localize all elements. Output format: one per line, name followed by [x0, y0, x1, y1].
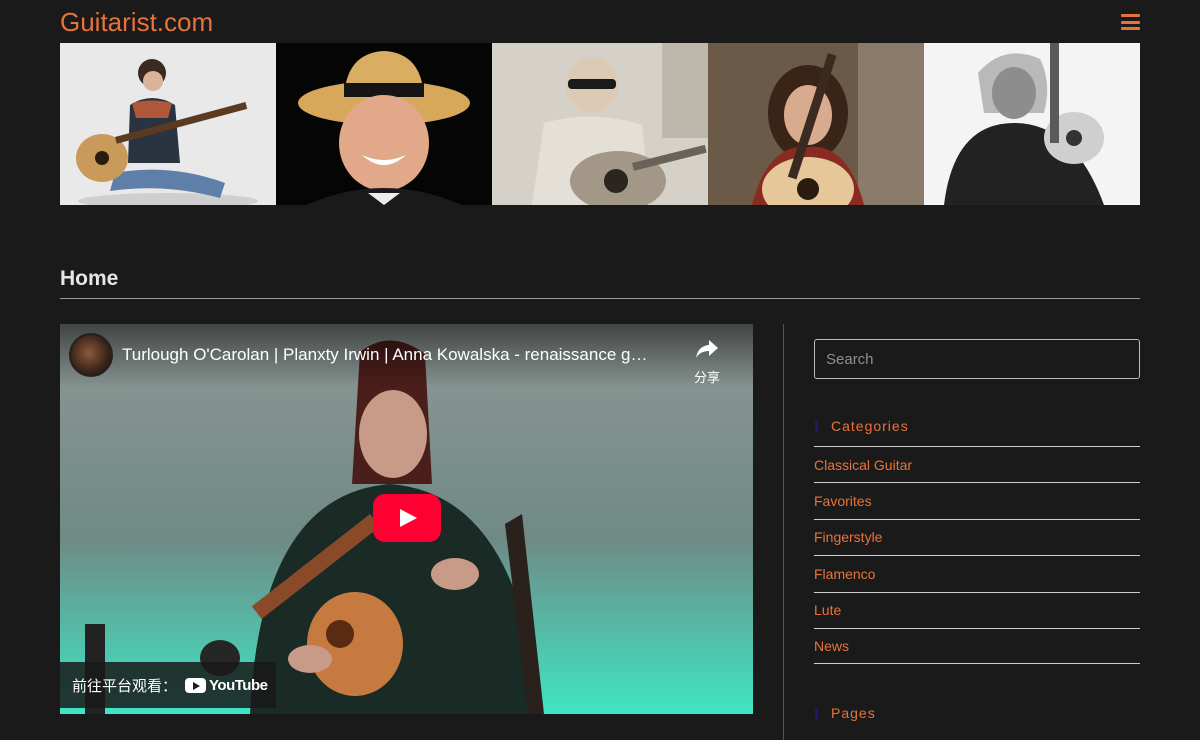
- share-button[interactable]: 分享: [691, 338, 723, 386]
- header-photo-guitarist-sitting: [60, 43, 276, 205]
- category-link-lute[interactable]: Lute: [814, 602, 841, 618]
- watch-on-label: 前往平台观看：: [72, 677, 178, 695]
- share-label: 分享: [693, 370, 720, 385]
- play-button[interactable]: [373, 494, 441, 542]
- header-photo-woman-guitar: [708, 43, 924, 205]
- categories-widget-title: Categories: [814, 418, 909, 434]
- heading-divider: [60, 298, 1140, 299]
- category-link-news[interactable]: News: [814, 638, 849, 654]
- list-item: News: [814, 627, 1140, 665]
- video-title[interactable]: Turlough O'Carolan | Planxty Irwin | Ann…: [122, 345, 682, 365]
- list-item: Classical Guitar: [814, 446, 1140, 482]
- channel-avatar[interactable]: [69, 333, 113, 377]
- hamburger-menu-icon[interactable]: [1121, 14, 1140, 30]
- list-item: Favorites: [814, 482, 1140, 518]
- list-item: Flamenco: [814, 555, 1140, 591]
- list-item: Lute: [814, 591, 1140, 628]
- youtube-play-icon: [185, 677, 207, 693]
- list-item: Fingerstyle: [814, 518, 1140, 555]
- watch-on-youtube-button[interactable]: 前往平台观看： YouTube: [60, 662, 276, 708]
- youtube-logo: YouTube: [185, 676, 268, 694]
- site-title-link[interactable]: Guitarist.com: [60, 7, 213, 38]
- youtube-embed[interactable]: Turlough O'Carolan | Planxty Irwin | Ann…: [60, 324, 753, 714]
- pages-widget-title: Pages: [814, 705, 876, 721]
- category-link-fingerstyle[interactable]: Fingerstyle: [814, 529, 882, 545]
- youtube-wordmark: YouTube: [209, 676, 268, 694]
- header-photo-boy-sunglasses: [492, 43, 708, 205]
- share-arrow-icon: [696, 340, 718, 358]
- header-image-strip: [60, 43, 1140, 205]
- category-link-classical-guitar[interactable]: Classical Guitar: [814, 457, 912, 473]
- page-title: Home: [60, 267, 119, 290]
- header-photo-man-straw-hat: [276, 43, 492, 205]
- category-link-favorites[interactable]: Favorites: [814, 493, 872, 509]
- header-photo-bearded-guitarist: [924, 43, 1140, 205]
- category-link-flamenco[interactable]: Flamenco: [814, 566, 875, 582]
- sidebar-divider: [783, 324, 784, 740]
- categories-list: Classical Guitar Favorites Fingerstyle F…: [814, 446, 1140, 665]
- search-input[interactable]: [814, 339, 1140, 379]
